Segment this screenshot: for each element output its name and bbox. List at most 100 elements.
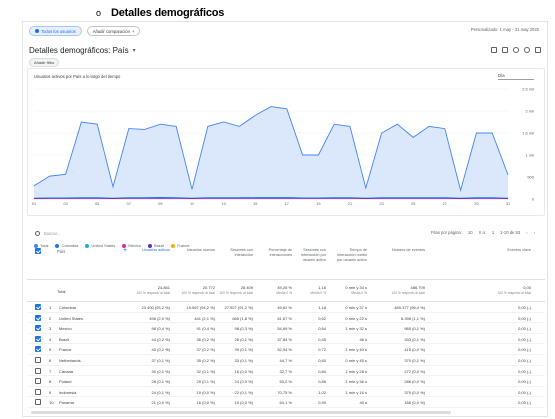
table-row[interactable]: 7 Canada 30 (0,1 %) 32 (0,1 %) 16 (0,0 %) 32,… [27, 366, 545, 377]
column-header[interactable]: Tiempo de interacción medio por usuario … [331, 248, 367, 263]
country-link[interactable]: Brazil [59, 337, 69, 342]
table-cell: 53,2 % [279, 379, 292, 385]
table-cell: 0 min y 37 s [345, 305, 367, 310]
table-cell: 1,18 [318, 305, 326, 310]
table-cell: 28 (0,1 %) [234, 336, 253, 342]
add-comparison-chip[interactable]: Añadir comparación + [86, 26, 141, 36]
x-tick-label: 31 [506, 202, 510, 206]
column-header[interactable]: Sesiones con interacción [217, 248, 253, 258]
table-cell: 29 (0,1 %) [196, 379, 215, 385]
table-row[interactable]: 10 Panama 21 (0,0 %) 16 (0,0 %) 19 (0,0 %) 64… [27, 397, 545, 408]
row-checkbox[interactable] [35, 314, 41, 321]
row-checkbox[interactable] [35, 367, 41, 374]
table-row[interactable]: 9 Indonesia 24 (0,1 %) 19 (0,0 %) 22 (0,1 %)… [27, 387, 545, 398]
country-link[interactable]: Colombia [59, 305, 76, 310]
rows-per-page-select[interactable]: 10 [468, 230, 473, 235]
goto-page-input[interactable]: 1 [492, 230, 494, 235]
row-checkbox[interactable] [35, 399, 41, 406]
y-tick-label: 2,5 mil [522, 87, 534, 92]
chevron-right-icon[interactable]: › [534, 230, 535, 235]
chevron-down-icon[interactable]: ▾ [133, 47, 136, 54]
table-row[interactable]: 1 Colombia 23.400 (93,2 %) 19.567 (94,2 %) 2… [27, 302, 545, 313]
row-checkbox[interactable] [35, 356, 41, 363]
table-row[interactable]: 2 United States 496 (2,0 %) 441 (2,1 %) 665 … [27, 313, 545, 324]
column-header[interactable]: Porcentaje de interacciones [256, 248, 292, 258]
row-number: 4 [49, 336, 52, 342]
insights-icon[interactable] [524, 47, 530, 53]
add-filter-chip[interactable]: Añadir filtro [29, 58, 60, 67]
country-link[interactable]: United States [59, 316, 83, 321]
x-tick-label: 01 [32, 202, 36, 206]
table-cell: 0,00 (-) [518, 347, 531, 353]
table-row[interactable]: 5 France 40 (0,2 %) 37 (0,2 %) 39 (0,1 %) 52,… [27, 344, 545, 355]
total-value: 49,26 % Media 0 % [256, 285, 292, 295]
table-cell: 98 (0,4 %) [151, 326, 170, 332]
search-icon [35, 231, 40, 236]
report-title: Detalles demográficos: País [29, 45, 129, 55]
granularity-select[interactable]: Día [498, 73, 534, 80]
compare-icon[interactable] [502, 47, 508, 53]
row-number: 6 [49, 357, 52, 363]
y-tick-label: 2 mil [526, 109, 535, 114]
country-link[interactable]: Mexico [59, 326, 72, 331]
table-row[interactable]: 6 Netherlands 37 (0,1 %) 35 (0,2 %) 33 (0,1 … [27, 355, 545, 366]
column-header[interactable]: Usuarios nuevos [175, 248, 215, 253]
row-checkbox[interactable] [35, 325, 41, 332]
pagination: Filas por página: 10 Ir a: 1 1-10 de 93 … [431, 230, 535, 235]
table-cell: 44,7 % [279, 357, 292, 363]
table-cell: 36 (0,2 %) [196, 336, 215, 342]
table-cell: 286 (0,0 %) [404, 379, 425, 385]
country-link[interactable]: Netherlands [59, 358, 81, 363]
row-checkbox[interactable] [35, 304, 41, 310]
customize-icon[interactable] [491, 47, 497, 53]
country-link[interactable]: Indonesia [59, 390, 76, 395]
table-cell: 32,7 % [279, 368, 292, 374]
table-cell: 49,62 % [277, 305, 292, 310]
date-range-picker[interactable]: Personalizado: 1 may - 31 may 2020 [471, 27, 539, 32]
table-cell: 1 min y 32 s [345, 326, 367, 332]
table-cell: 19 (0,0 %) [234, 400, 253, 406]
data-table: País + Usuarios activos Usuarios nuevos Se… [27, 242, 545, 408]
total-main-value: 0 min y 34 s [345, 285, 367, 290]
country-link[interactable]: France [59, 347, 71, 352]
column-header[interactable]: Usuarios activos [120, 248, 170, 253]
share-icon[interactable] [513, 47, 519, 53]
row-number: 1 [49, 305, 52, 310]
table-cell: 37,84 % [277, 336, 292, 342]
column-header[interactable]: Eventos clave [491, 248, 531, 253]
column-header[interactable]: Sesiones con interacción por usuario act… [296, 248, 326, 263]
table-cell: 0,00 (-) [518, 326, 531, 332]
search-box[interactable]: Buscar... [35, 228, 135, 239]
table-cell: 61,67 % [277, 315, 292, 321]
search-input[interactable]: Buscar... [44, 231, 60, 236]
row-checkbox[interactable] [35, 378, 41, 385]
page-range: 1-10 de 93 [500, 230, 521, 235]
table-row[interactable]: 8 Poland 28 (0,1 %) 29 (0,1 %) 24 (0,0 %) 53,… [27, 376, 545, 387]
horizontal-scrollbar[interactable] [31, 411, 451, 414]
row-checkbox[interactable] [35, 346, 41, 353]
segment-dot-icon [35, 29, 39, 33]
total-value: 0 min y 34 s Media 0 % [331, 285, 367, 295]
total-main-value: 20.772 [202, 285, 215, 290]
dimension-select[interactable]: País [57, 249, 65, 254]
select-all-checkbox[interactable] [35, 248, 41, 254]
country-link[interactable]: Poland [59, 379, 71, 384]
chevron-left-icon[interactable]: ‹ [526, 230, 527, 235]
report-header: Detalles demográficos: País ▾ [29, 44, 541, 56]
total-sub-value: 100 % respecto al total [181, 291, 215, 295]
table-cell: 24 (0,0 %) [234, 379, 253, 385]
table-row[interactable]: 3 Mexico 98 (0,4 %) 91 (0,4 %) 98 (0,3 %) 54,… [27, 323, 545, 334]
row-checkbox[interactable] [35, 388, 41, 395]
table-cell: 0 min y 45 s [345, 357, 367, 363]
all-users-chip[interactable]: Todos los usuarios [29, 26, 82, 36]
row-number: 7 [49, 368, 52, 374]
edit-icon[interactable] [535, 47, 541, 53]
country-link[interactable]: Canada [59, 369, 73, 374]
table-row[interactable]: 4 Brazil 44 (0,2 %) 36 (0,2 %) 28 (0,1 %) 37,… [27, 334, 545, 345]
x-tick-label: 11 [190, 202, 194, 206]
table-cell: 0,72 [318, 347, 326, 353]
country-link[interactable]: Panama [59, 400, 74, 405]
table-cell: 37 (0,2 %) [196, 347, 215, 353]
row-checkbox[interactable] [35, 335, 41, 342]
column-header[interactable]: Número de eventos [375, 248, 425, 253]
